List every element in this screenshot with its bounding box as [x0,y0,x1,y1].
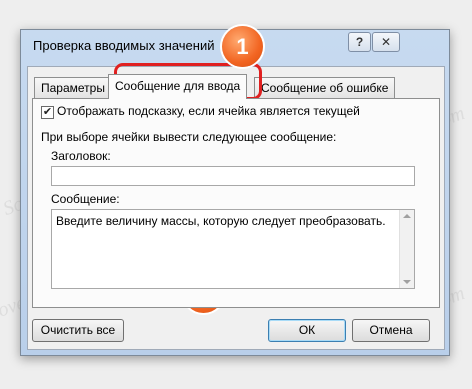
message-scrollbar[interactable] [399,210,414,288]
show-hint-checkbox[interactable]: ✔ [41,106,54,119]
title-field-label: Заголовок: [51,149,111,163]
show-hint-label[interactable]: Отображать подсказку, если ячейка являет… [57,104,360,118]
step-badge-1: 1 [222,26,263,67]
tab-parameters[interactable]: Параметры [34,77,112,98]
cancel-button[interactable]: Отмена [352,319,430,342]
instruction-text: При выборе ячейки вывести следующее сооб… [41,130,337,144]
tab-input-message[interactable]: Сообщение для ввода [108,74,248,99]
scroll-down-arrow-icon[interactable] [403,280,411,284]
dialog-window: Проверка вводимых значений ? ✕ Параметры… [20,29,450,356]
clear-all-button[interactable]: Очистить все [32,319,124,342]
ok-button[interactable]: ОК [268,319,346,342]
message-textarea[interactable]: Введите величину массы, которую следует … [51,209,415,289]
message-field-label: Сообщение: [51,192,120,206]
tab-panel-input-message: ✔ Отображать подсказку, если ячейка явля… [32,98,440,308]
message-text: Введите величину массы, которую следует … [56,214,386,228]
dialog-title: Проверка вводимых значений [33,38,215,53]
close-button[interactable]: ✕ [372,32,400,52]
scroll-up-arrow-icon[interactable] [403,214,411,218]
tab-error-message[interactable]: Сообщение об ошибке [254,77,396,98]
help-button[interactable]: ? [348,32,371,52]
dialog-body: Параметры Сообщение для ввода Сообщение … [27,66,445,350]
title-input[interactable] [51,166,415,186]
